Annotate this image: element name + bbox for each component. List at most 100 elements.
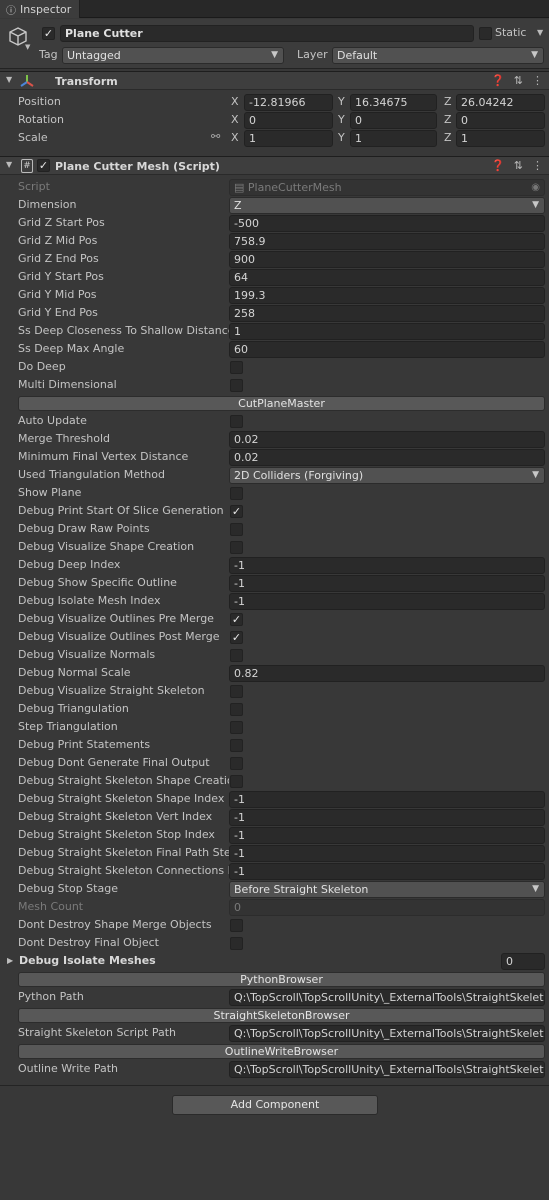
debug-straight-skeleton-stop-index-field[interactable]: -1	[229, 827, 545, 844]
outlinewritebrowser-button[interactable]: OutlineWriteBrowser	[18, 1044, 545, 1059]
debug-visualize-normals-checkbox[interactable]	[230, 649, 243, 662]
straightskeletonbrowser-button[interactable]: StraightSkeletonBrowser	[18, 1008, 545, 1023]
more-options-icon[interactable]: ⋮	[532, 159, 543, 172]
script-label: Script	[18, 180, 50, 193]
debug-straight-skeleton-vert-index-field[interactable]: -1	[229, 809, 545, 826]
axis-y-label[interactable]: Y	[338, 111, 345, 129]
debug-normal-scale-field[interactable]: 0.82	[229, 665, 545, 682]
do-deep-checkbox[interactable]	[230, 361, 243, 374]
transform-scale-x-field[interactable]: 1	[244, 130, 333, 147]
axis-y-label[interactable]: Y	[338, 93, 345, 111]
axis-x-label[interactable]: X	[231, 111, 239, 129]
axis-y-label[interactable]: Y	[338, 129, 345, 147]
transform-position-x-field[interactable]: -12.81966	[244, 94, 333, 111]
debug-straight-skeleton-connections-in-field[interactable]: -1	[229, 863, 545, 880]
transform-position-z-field[interactable]: 26.04242	[456, 94, 545, 111]
object-name-field[interactable]: Plane Cutter	[60, 25, 474, 42]
tab-inspector[interactable]: ⓘ Inspector	[0, 0, 80, 18]
debug-visualize-outlines-pre-merge-checkbox[interactable]: ✓	[230, 613, 243, 626]
transform-rotation-z-field[interactable]: 0	[456, 112, 545, 129]
axis-z-label[interactable]: Z	[444, 111, 452, 129]
debug-print-statements-checkbox[interactable]	[230, 739, 243, 752]
foldout-arrow-icon[interactable]: ▼	[6, 75, 12, 84]
debug-straight-skeleton-shape-creation-label: Debug Straight Skeleton Shape Creation	[18, 774, 229, 787]
transform-position-label: Position	[18, 95, 61, 108]
active-checkbox[interactable]: ✓	[42, 27, 55, 40]
transform-position-y-field[interactable]: 16.34675	[350, 94, 437, 111]
foldout-arrow-icon[interactable]: ▼	[6, 160, 12, 169]
dont-destroy-final-object-label: Dont Destroy Final Object	[18, 936, 159, 949]
icon-dropdown-arrow[interactable]: ▼	[25, 43, 30, 51]
layer-dropdown[interactable]: Default ▼	[332, 47, 544, 64]
debug-stop-stage-dropdown[interactable]: Before Straight Skeleton ▼	[229, 881, 545, 898]
grid-y-start-pos-field[interactable]: 64	[229, 269, 545, 286]
grid-z-end-pos-field[interactable]: 900	[229, 251, 545, 268]
debug-dont-generate-final-output-checkbox[interactable]	[230, 757, 243, 770]
outline-write-path-field[interactable]: Q:\TopScroll\TopScrollUnity\_ExternalToo…	[229, 1061, 545, 1078]
grid-y-mid-pos-field[interactable]: 199.3	[229, 287, 545, 304]
debug-straight-skeleton-shape-creation-checkbox[interactable]	[230, 775, 243, 788]
axis-z-label[interactable]: Z	[444, 129, 452, 147]
grid-z-mid-pos-label: Grid Z Mid Pos	[18, 234, 98, 247]
debug-print-start-of-slice-generation-checkbox[interactable]: ✓	[230, 505, 243, 518]
ss-deep-max-angle-label: Ss Deep Max Angle	[18, 342, 125, 355]
help-icon[interactable]: ❓	[491, 159, 505, 172]
debug-straight-skeleton-shape-index-field[interactable]: -1	[229, 791, 545, 808]
debug-deep-index-field[interactable]: -1	[229, 557, 545, 574]
grid-z-mid-pos-field[interactable]: 758.9	[229, 233, 545, 250]
debug-visualize-outlines-post-merge-checkbox[interactable]: ✓	[230, 631, 243, 644]
debug-straight-skeleton-final-path-step-field[interactable]: -1	[229, 845, 545, 862]
static-checkbox[interactable]	[479, 27, 492, 40]
more-options-icon[interactable]: ⋮	[532, 74, 543, 87]
dont-destroy-shape-merge-objects-checkbox[interactable]	[230, 919, 243, 932]
used-triangulation-method-dropdown[interactable]: 2D Colliders (Forgiving) ▼	[229, 467, 545, 484]
debug-show-specific-outline-field[interactable]: -1	[229, 575, 545, 592]
grid-z-start-pos-field[interactable]: -500	[229, 215, 545, 232]
add-component-button[interactable]: Add Component	[172, 1095, 378, 1115]
help-icon[interactable]: ❓	[491, 74, 505, 87]
debug-triangulation-checkbox[interactable]	[230, 703, 243, 716]
script-component-header[interactable]: ▼ # ✓ Plane Cutter Mesh (Script) ❓ ⇅ ⋮	[0, 156, 549, 175]
debug-visualize-straight-skeleton-checkbox[interactable]	[230, 685, 243, 698]
preset-icon[interactable]: ⇅	[514, 74, 523, 87]
minimum-final-vertex-distance-field[interactable]: 0.02	[229, 449, 545, 466]
component-enabled-checkbox[interactable]: ✓	[37, 159, 50, 172]
transform-rotation-x-field[interactable]: 0	[244, 112, 333, 129]
python-path-field[interactable]: Q:\TopScroll\TopScrollUnity\_ExternalToo…	[229, 989, 545, 1006]
cutplanemaster-button[interactable]: CutPlaneMaster	[18, 396, 545, 411]
transform-scale-y-field[interactable]: 1	[350, 130, 437, 147]
ss-deep-closeness-to-shallow-distance-field[interactable]: 1	[229, 323, 545, 340]
transform-header[interactable]: ▼ Transform ❓ ⇅ ⋮	[0, 71, 549, 90]
preset-icon[interactable]: ⇅	[514, 159, 523, 172]
ss-deep-closeness-to-shallow-distance-label: Ss Deep Closeness To Shallow Distance	[18, 324, 229, 337]
straight-skeleton-script-path-field[interactable]: Q:\TopScroll\TopScrollUnity\_ExternalToo…	[229, 1025, 545, 1042]
axis-x-label[interactable]: X	[231, 129, 239, 147]
ss-deep-max-angle-field[interactable]: 60	[229, 341, 545, 358]
do-deep-label: Do Deep	[18, 360, 66, 373]
mesh-count-field: 0	[229, 899, 545, 916]
script-value: PlaneCutterMesh	[247, 181, 342, 194]
debug-isolate-meshes-foldout-label[interactable]: Debug Isolate Meshes	[19, 952, 156, 970]
transform-scale-z-field[interactable]: 1	[456, 130, 545, 147]
axis-x-label[interactable]: X	[231, 93, 239, 111]
tag-dropdown[interactable]: Untagged ▼	[62, 47, 284, 64]
step-triangulation-checkbox[interactable]	[230, 721, 243, 734]
multi-dimensional-checkbox[interactable]	[230, 379, 243, 392]
auto-update-checkbox[interactable]	[230, 415, 243, 428]
debug-isolate-mesh-index-field[interactable]: -1	[229, 593, 545, 610]
constrain-proportions-link-icon[interactable]: ⚯	[211, 130, 220, 143]
foldout-arrow-icon[interactable]: ▶	[7, 952, 13, 970]
grid-y-end-pos-field[interactable]: 258	[229, 305, 545, 322]
debug-draw-raw-points-checkbox[interactable]	[230, 523, 243, 536]
pythonbrowser-button[interactable]: PythonBrowser	[18, 972, 545, 987]
transform-axes-icon	[20, 75, 34, 87]
dont-destroy-final-object-checkbox[interactable]	[230, 937, 243, 950]
debug-isolate-meshes-size-field[interactable]: 0	[501, 953, 545, 970]
transform-rotation-y-field[interactable]: 0	[350, 112, 437, 129]
axis-z-label[interactable]: Z	[444, 93, 452, 111]
dimension-dropdown[interactable]: Z ▼	[229, 197, 545, 214]
merge-threshold-field[interactable]: 0.02	[229, 431, 545, 448]
static-dropdown-arrow[interactable]: ▼	[537, 28, 543, 37]
debug-visualize-shape-creation-checkbox[interactable]	[230, 541, 243, 554]
show-plane-checkbox[interactable]	[230, 487, 243, 500]
